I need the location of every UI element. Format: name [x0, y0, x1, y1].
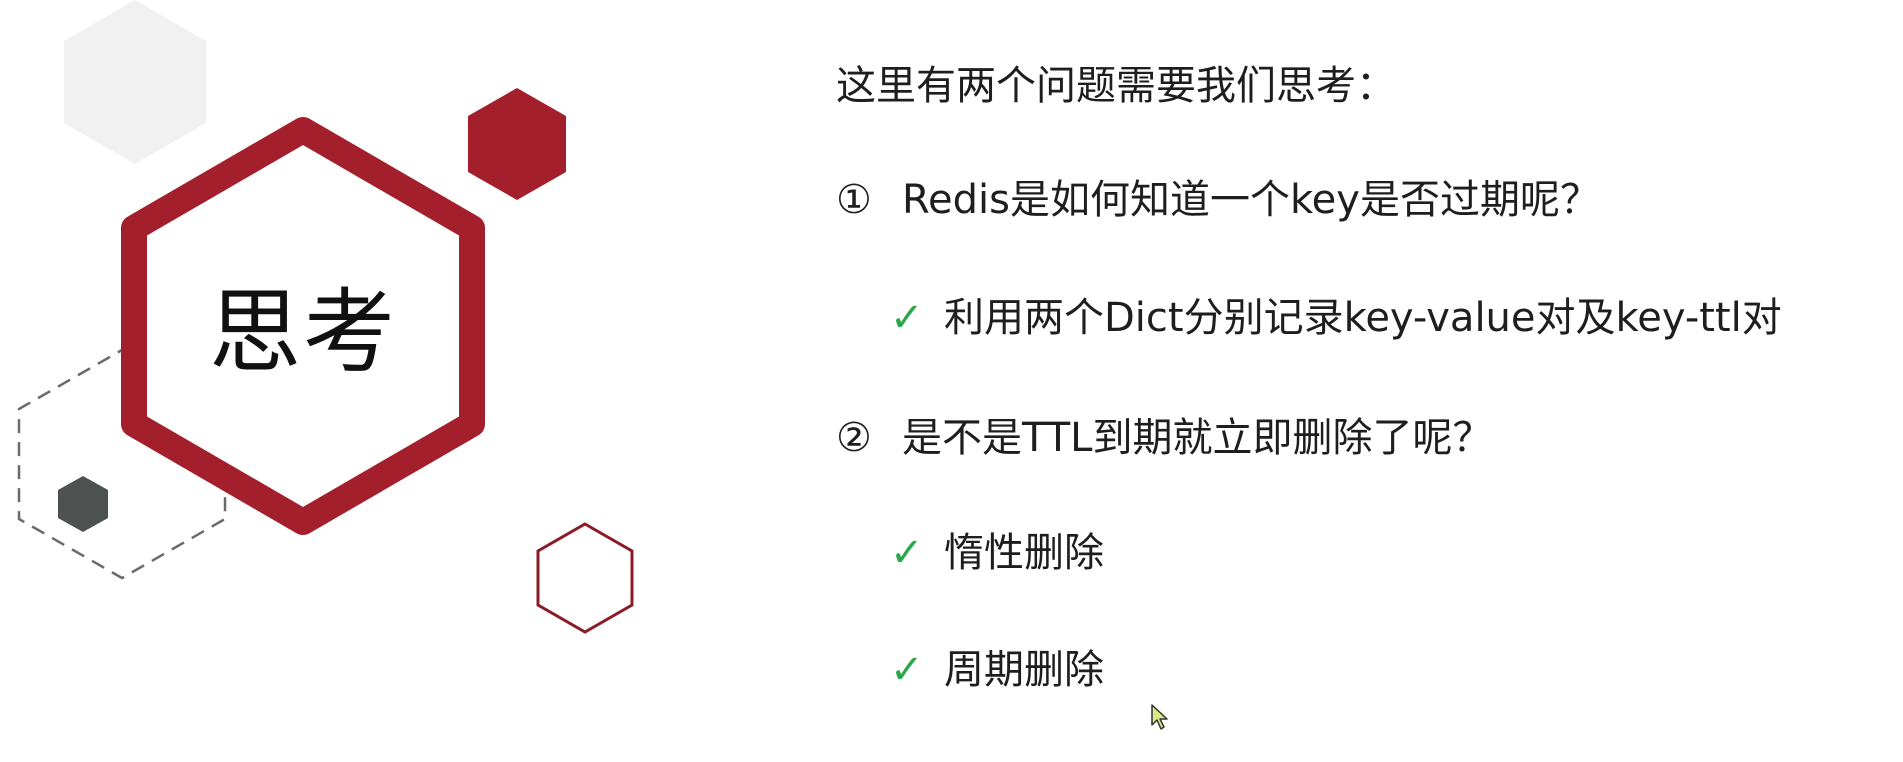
- intro-text: 这里有两个问题需要我们思考：: [836, 63, 1396, 109]
- question-2-text: 是不是TTL到期就立即删除了呢？: [902, 415, 1493, 461]
- mouse-cursor-icon: [1151, 704, 1168, 730]
- light-gray-hexagon: [64, 0, 206, 164]
- slide-title-word: 思考: [208, 279, 397, 386]
- check-icon: ✓: [890, 530, 924, 576]
- answer-2-1-text: 惰性删除: [944, 530, 1104, 576]
- question-2-number: ②: [836, 415, 872, 461]
- question-1-text: Redis是如何知道一个key是否过期呢？: [902, 177, 1600, 223]
- answer-1-1-text: 利用两个Dict分别记录key-value对及key-ttl对: [944, 295, 1782, 341]
- answer-2-1: ✓ 惰性删除: [890, 525, 1104, 581]
- question-1: ① Redis是如何知道一个key是否过期呢？: [836, 172, 1600, 228]
- dark-gray-hexagon: [58, 476, 108, 532]
- answer-2-2: ✓ 周期删除: [890, 642, 1104, 698]
- red-outline-hexagon: [536, 522, 634, 634]
- question-2: ② 是不是TTL到期就立即删除了呢？: [836, 410, 1492, 466]
- answer-1-1: ✓ 利用两个Dict分别记录key-value对及key-ttl对: [890, 290, 1782, 346]
- check-icon: ✓: [890, 295, 924, 341]
- answer-2-2-text: 周期删除: [944, 647, 1104, 693]
- question-1-number: ①: [836, 177, 872, 223]
- small-red-hexagon: [468, 88, 566, 200]
- check-icon: ✓: [890, 647, 924, 693]
